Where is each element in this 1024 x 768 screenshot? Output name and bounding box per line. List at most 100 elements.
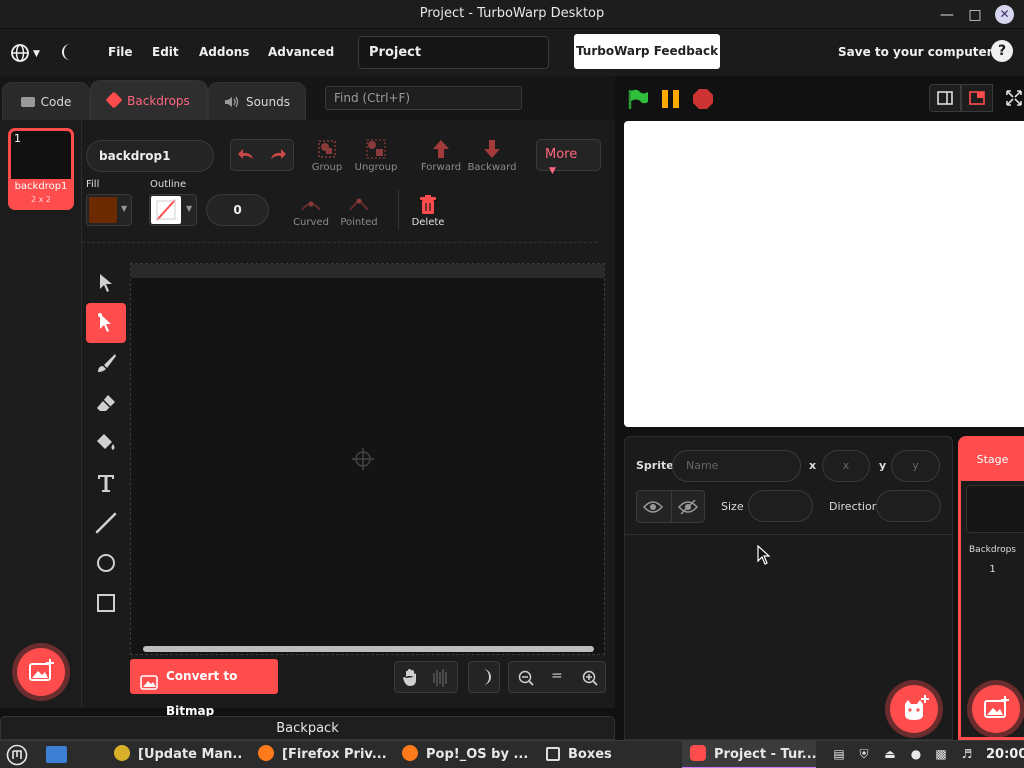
maximize-icon[interactable]: □ bbox=[965, 5, 985, 25]
task-boxes[interactable]: Boxes bbox=[546, 741, 626, 768]
start-menu-icon[interactable] bbox=[6, 744, 28, 768]
fill-color-swatch bbox=[89, 197, 117, 223]
moon-icon[interactable] bbox=[62, 42, 82, 62]
redo-icon[interactable] bbox=[267, 147, 287, 166]
circle-tool[interactable] bbox=[86, 543, 126, 583]
y-input[interactable]: y bbox=[891, 450, 940, 482]
stage-canvas[interactable] bbox=[624, 121, 1024, 427]
curved-icon[interactable] bbox=[300, 196, 322, 217]
desktop-icon[interactable] bbox=[46, 746, 67, 763]
line-tool[interactable] bbox=[86, 503, 126, 543]
task-update-manager[interactable]: [Update Man... bbox=[114, 741, 242, 768]
find-input[interactable]: Find (Ctrl+F) bbox=[325, 86, 522, 110]
mode-toggle-group bbox=[394, 661, 458, 693]
select-tool[interactable] bbox=[86, 263, 126, 303]
choose-sprite-button[interactable] bbox=[890, 685, 938, 733]
stop-icon[interactable] bbox=[692, 88, 714, 113]
volume-icon[interactable]: ♬ bbox=[960, 747, 974, 761]
feedback-button[interactable]: TurboWarp Feedback bbox=[574, 34, 720, 69]
task-turbowarp[interactable]: Project - Tur... bbox=[682, 741, 816, 768]
rectangle-tool[interactable] bbox=[86, 583, 126, 623]
choose-backdrop-button[interactable] bbox=[17, 648, 65, 696]
clipboard-icon[interactable]: ▤ bbox=[832, 747, 846, 761]
undo-icon[interactable] bbox=[237, 147, 257, 166]
green-flag-icon[interactable] bbox=[627, 88, 649, 113]
menu-addons[interactable]: Addons bbox=[199, 45, 249, 59]
theme-toggle[interactable] bbox=[468, 661, 500, 693]
eraser-tool[interactable] bbox=[86, 383, 126, 423]
firefox-icon bbox=[402, 745, 418, 761]
canvas-ruler bbox=[131, 264, 604, 278]
tab-sounds[interactable]: Sounds bbox=[208, 82, 306, 120]
fill-color-picker[interactable]: ▼ bbox=[86, 194, 132, 226]
eye-icon[interactable] bbox=[642, 499, 664, 518]
size-input[interactable] bbox=[748, 490, 813, 522]
reshape-tool[interactable] bbox=[86, 303, 126, 343]
minimize-icon[interactable]: — bbox=[937, 5, 957, 25]
globe-icon[interactable] bbox=[10, 42, 32, 64]
task-popos-firefox[interactable]: Pop!_OS by ... bbox=[402, 741, 530, 768]
clock[interactable]: 20:00 bbox=[986, 741, 1024, 768]
sprite-name-input[interactable]: Name bbox=[672, 450, 801, 482]
direction-input[interactable] bbox=[876, 490, 941, 522]
eye-off-icon[interactable] bbox=[677, 499, 699, 518]
waveform-icon[interactable] bbox=[431, 668, 451, 691]
paint-canvas[interactable] bbox=[130, 263, 605, 655]
convert-to-bitmap-button[interactable]: Convert to Bitmap bbox=[130, 659, 278, 718]
stage-pane[interactable]: Stage Backdrops 1 bbox=[958, 436, 1024, 740]
shield-icon[interactable]: ⛨ bbox=[857, 747, 871, 761]
outline-width-input[interactable]: 0 bbox=[206, 194, 269, 226]
forward-icon[interactable] bbox=[430, 138, 452, 163]
backpack-header[interactable]: Backpack bbox=[0, 716, 615, 740]
chevron-down-icon[interactable]: ▼ bbox=[33, 49, 40, 59]
ungroup-icon[interactable] bbox=[365, 138, 387, 163]
visibility-divider bbox=[671, 491, 672, 523]
brush-tool[interactable] bbox=[86, 343, 126, 383]
chevron-down-icon: ▼ bbox=[121, 204, 128, 213]
pause-icon[interactable] bbox=[660, 88, 682, 113]
close-icon[interactable]: ✕ bbox=[995, 5, 1014, 24]
more-button[interactable]: More ▼ bbox=[536, 139, 601, 176]
zoom-reset-icon[interactable]: = bbox=[551, 668, 563, 684]
menu-advanced[interactable]: Advanced bbox=[268, 45, 334, 59]
text-tool[interactable] bbox=[86, 463, 126, 503]
eject-icon[interactable]: ⏏ bbox=[883, 747, 897, 761]
menu-edit[interactable]: Edit bbox=[152, 45, 179, 59]
backward-label: Backward bbox=[467, 162, 517, 173]
backward-icon[interactable] bbox=[481, 138, 503, 163]
outline-color-picker[interactable]: ▼ bbox=[149, 194, 197, 226]
fullscreen-icon[interactable] bbox=[1003, 86, 1024, 110]
outline-label: Outline bbox=[150, 179, 187, 190]
pointed-icon[interactable] bbox=[348, 196, 370, 217]
group-icon[interactable] bbox=[316, 138, 338, 163]
chevron-down-icon: ▼ bbox=[186, 204, 193, 213]
help-icon[interactable]: ? bbox=[991, 40, 1013, 62]
task-firefox-private[interactable]: [Firefox Priv... bbox=[258, 741, 388, 768]
normal-stage-button[interactable] bbox=[961, 84, 993, 112]
backdrop-number: 1 bbox=[14, 132, 21, 145]
x-label: x bbox=[809, 459, 817, 472]
menu-file[interactable]: File bbox=[108, 45, 133, 59]
zoom-controls: = bbox=[508, 661, 606, 693]
tab-code[interactable]: Code bbox=[2, 82, 90, 120]
x-input[interactable]: x bbox=[822, 450, 870, 482]
horizontal-scrollbar[interactable] bbox=[143, 646, 594, 652]
keyboard-icon[interactable]: ▩ bbox=[934, 747, 948, 761]
fill-tool[interactable] bbox=[86, 423, 126, 463]
save-to-computer-button[interactable]: Save to your computer bbox=[838, 45, 993, 59]
taskbar: [Update Man... [Firefox Priv... Pop!_OS … bbox=[0, 740, 1024, 768]
user-icon[interactable]: ● bbox=[909, 747, 923, 761]
delete-icon[interactable] bbox=[417, 194, 439, 219]
backdrop-tile[interactable]: 1 backdrop1 2 x 2 bbox=[8, 128, 74, 210]
zoom-in-icon[interactable] bbox=[581, 669, 599, 690]
project-title-input[interactable]: Project bbox=[358, 36, 549, 69]
direction-label: Direction bbox=[829, 500, 879, 513]
zoom-out-icon[interactable] bbox=[517, 669, 535, 690]
pointed-label: Pointed bbox=[340, 217, 378, 228]
choose-backdrop-stage-button[interactable] bbox=[972, 685, 1020, 733]
backdrop-name-input[interactable]: backdrop1 bbox=[86, 140, 214, 172]
hand-icon[interactable] bbox=[401, 668, 421, 691]
chevron-down-icon: ▼ bbox=[549, 166, 556, 176]
tab-backdrops[interactable]: Backdrops bbox=[90, 80, 208, 120]
small-stage-button[interactable] bbox=[929, 84, 961, 112]
